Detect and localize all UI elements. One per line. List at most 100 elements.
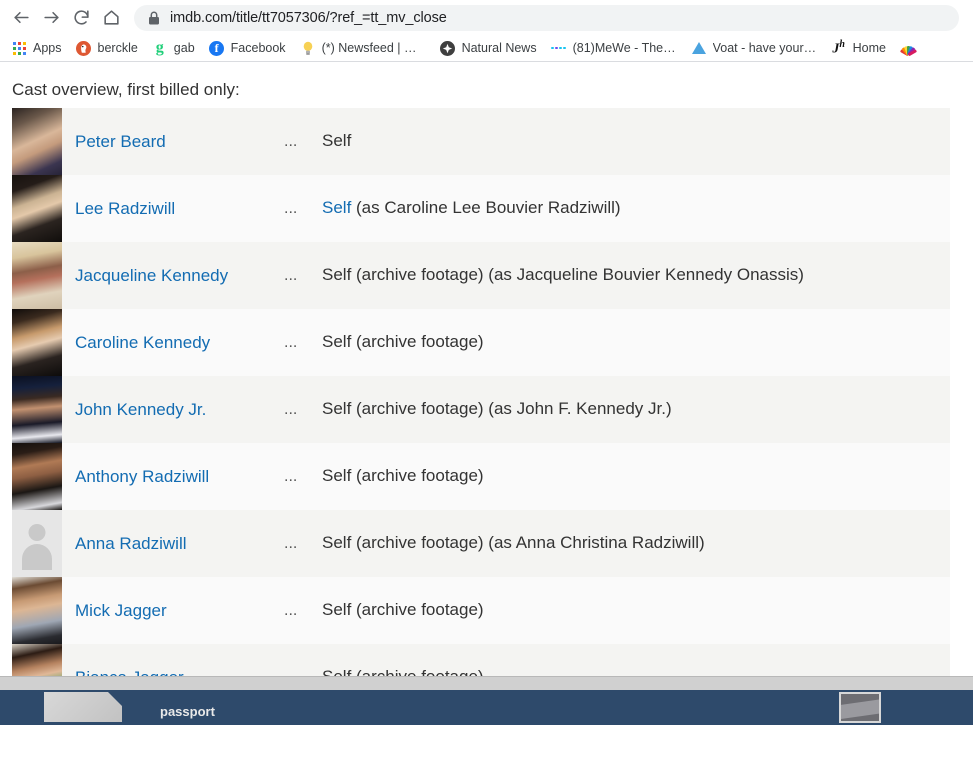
cast-name-cell[interactable]: Jacqueline Kennedy xyxy=(62,242,284,309)
desktop-background-strip: passport xyxy=(0,690,973,725)
apps-grid-icon xyxy=(11,40,27,56)
cast-role-cell: Self (as Caroline Lee Bouvier Radziwill) xyxy=(322,175,950,242)
reload-icon[interactable] xyxy=(66,3,96,33)
gab-icon: g xyxy=(155,39,164,56)
cast-role-cell: Self (archive footage) (as Jacqueline Bo… xyxy=(322,242,950,309)
bookmark-label: (81)MeWe - The N... xyxy=(572,41,677,55)
cast-role-text: Self (archive footage) (as John F. Kenne… xyxy=(322,399,672,419)
table-row[interactable]: Jacqueline Kennedy ... Self (archive foo… xyxy=(12,242,950,309)
bookmark-label: gab xyxy=(173,41,195,55)
page-viewport: Cast overview, first billed only: Peter … xyxy=(0,62,973,725)
table-row[interactable]: John Kennedy Jr. ... Self (archive foota… xyxy=(12,376,950,443)
cast-role-text: Self xyxy=(322,131,352,151)
window-edge-strip xyxy=(0,676,973,690)
cast-separator: ... xyxy=(284,199,298,217)
jh-monogram-icon: Jh xyxy=(832,38,845,57)
cast-role-link[interactable]: Self xyxy=(322,198,351,217)
table-row[interactable]: Mick Jagger ... Self (archive footage) xyxy=(12,577,950,644)
bookmark-label: (*) Newsfeed | Mi... xyxy=(321,41,426,55)
table-row[interactable]: Anthony Radziwill ... Self (archive foot… xyxy=(12,443,950,510)
bookmark-gab[interactable]: g gab xyxy=(145,37,202,60)
bookmark-colorful[interactable] xyxy=(893,37,929,60)
cast-role-cell: Self (archive footage) xyxy=(322,577,950,644)
cast-name-cell[interactable]: Peter Beard xyxy=(62,108,284,175)
bookmark-berckle[interactable]: berckle xyxy=(69,37,145,60)
desktop-image-thumbnail[interactable] xyxy=(839,692,881,723)
home-icon[interactable] xyxy=(96,3,126,33)
table-row[interactable]: Lee Radziwill ... Self (as Caroline Lee … xyxy=(12,175,950,242)
cast-photo-cell[interactable] xyxy=(12,510,62,577)
bookmark-natural-news[interactable]: Natural News xyxy=(433,37,544,60)
cast-role-cell: Self (archive footage) xyxy=(322,443,950,510)
cast-photo-cell[interactable] xyxy=(12,242,62,309)
cast-table-body: Peter Beard ... Self Lee Radziwill ... S… xyxy=(12,108,950,725)
cast-name-link[interactable]: Jacqueline Kennedy xyxy=(75,266,228,285)
cast-separator: ... xyxy=(284,467,298,485)
cast-separator: ... xyxy=(284,132,298,150)
bookmark-apps[interactable]: Apps xyxy=(4,37,69,60)
table-row[interactable]: Peter Beard ... Self xyxy=(12,108,950,175)
bookmark-facebook[interactable]: f Facebook xyxy=(202,37,293,60)
cast-name-link[interactable]: John Kennedy Jr. xyxy=(75,400,206,419)
cast-name-cell[interactable]: Mick Jagger xyxy=(62,577,284,644)
person-icon-body xyxy=(22,544,52,570)
back-icon[interactable] xyxy=(6,3,36,33)
bookmark-newsfeed[interactable]: (*) Newsfeed | Mi... xyxy=(293,37,433,60)
cast-photo-cell[interactable] xyxy=(12,376,62,443)
cast-separator: ... xyxy=(284,400,298,418)
cast-photo-cell[interactable] xyxy=(12,443,62,510)
cast-role-suffix: (as Caroline Lee Bouvier Radziwill) xyxy=(351,198,621,218)
portrait-mick-jagger-thumbnail[interactable] xyxy=(12,577,62,644)
natural-news-icon xyxy=(440,40,456,56)
bookmark-label: Voat - have your s... xyxy=(712,41,817,55)
bookmark-label: Natural News xyxy=(461,41,537,55)
cast-role-text: Self (archive footage) (as Jacqueline Bo… xyxy=(322,265,804,285)
person-icon xyxy=(28,524,46,541)
address-bar[interactable]: imdb.com/title/tt7057306/?ref_=tt_mv_clo… xyxy=(134,4,959,31)
portrait-caroline-kennedy-thumbnail[interactable] xyxy=(12,309,62,376)
cast-photo-cell[interactable] xyxy=(12,577,62,644)
cast-separator: ... xyxy=(284,266,298,284)
table-row[interactable]: Caroline Kennedy ... Self (archive foota… xyxy=(12,309,950,376)
cast-separator: ... xyxy=(284,534,298,552)
bookmark-mewe[interactable]: (81)MeWe - The N... xyxy=(544,37,684,60)
browser-chrome: imdb.com/title/tt7057306/?ref_=tt_mv_clo… xyxy=(0,0,973,62)
forward-icon[interactable] xyxy=(36,3,66,33)
cast-role-cell: Self (archive footage) (as Anna Christin… xyxy=(322,510,950,577)
portrait-anthony-radziwill-thumbnail[interactable] xyxy=(12,443,62,510)
cast-name-cell[interactable]: Anthony Radziwill xyxy=(62,443,284,510)
table-row[interactable]: Anna Radziwill ... Self (archive footage… xyxy=(12,510,950,577)
bookmark-label: Home xyxy=(852,41,886,55)
cast-photo-cell[interactable] xyxy=(12,108,62,175)
cast-name-cell[interactable]: Anna Radziwill xyxy=(62,510,284,577)
cast-role-text: Self (archive footage) xyxy=(322,332,484,352)
cast-name-cell[interactable]: Lee Radziwill xyxy=(62,175,284,242)
cast-role-text: Self (archive footage) xyxy=(322,600,484,620)
desktop-document-icon[interactable] xyxy=(44,692,122,722)
portrait-peter-beard-thumbnail[interactable] xyxy=(12,108,62,175)
cast-separator: ... xyxy=(284,333,298,351)
cast-photo-cell[interactable] xyxy=(12,175,62,242)
cast-name-link[interactable]: Anna Radziwill xyxy=(75,534,187,553)
colorful-fan-icon xyxy=(899,40,917,57)
cast-name-cell[interactable]: Caroline Kennedy xyxy=(62,309,284,376)
address-bar-url[interactable]: imdb.com/title/tt7057306/?ref_=tt_mv_clo… xyxy=(170,10,447,26)
cast-photo-cell[interactable] xyxy=(12,309,62,376)
cast-name-link[interactable]: Lee Radziwill xyxy=(75,199,175,218)
cast-role-text: Self (archive footage) xyxy=(322,466,484,486)
cast-name-link[interactable]: Caroline Kennedy xyxy=(75,333,210,352)
placeholder-avatar-thumbnail[interactable] xyxy=(12,510,62,577)
portrait-john-kennedy-jr-thumbnail[interactable] xyxy=(12,376,62,443)
bookmark-label: Apps xyxy=(33,41,62,55)
cast-name-cell[interactable]: John Kennedy Jr. xyxy=(62,376,284,443)
portrait-jacqueline-kennedy-thumbnail[interactable] xyxy=(12,242,62,309)
bookmark-home[interactable]: Jh Home xyxy=(824,37,893,60)
bookmark-label: Facebook xyxy=(230,41,286,55)
berckle-icon xyxy=(76,40,92,56)
cast-name-link[interactable]: Mick Jagger xyxy=(75,601,167,620)
cast-name-link[interactable]: Anthony Radziwill xyxy=(75,467,209,486)
cast-name-link[interactable]: Peter Beard xyxy=(75,132,166,151)
portrait-lee-radziwill-thumbnail[interactable] xyxy=(12,175,62,242)
bookmark-voat[interactable]: Voat - have your s... xyxy=(684,37,824,60)
cast-role-cell: Self xyxy=(322,108,950,175)
